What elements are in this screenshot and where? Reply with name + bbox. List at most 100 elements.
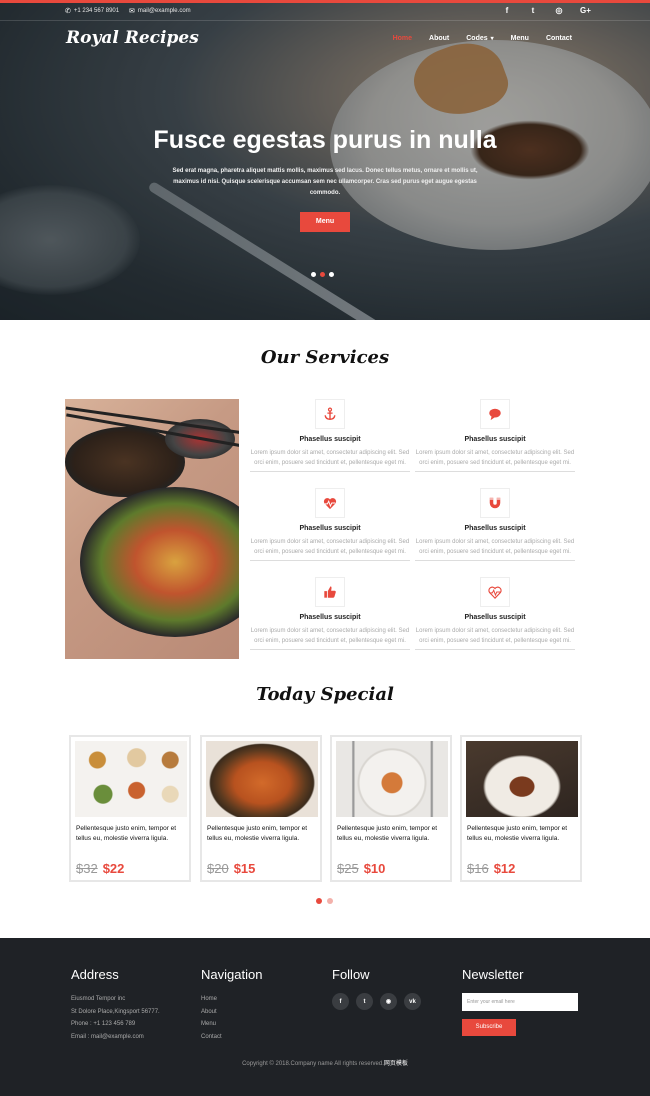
hero-carousel-dots bbox=[311, 272, 334, 277]
service-text: Lorem ipsum dolor sit amet, consectetur … bbox=[250, 537, 410, 561]
site-logo[interactable]: Royal Recipes bbox=[66, 28, 199, 48]
old-price: $32 bbox=[76, 861, 98, 876]
dish-price: $32 $22 bbox=[76, 861, 124, 876]
nav-menu[interactable]: Menu bbox=[511, 35, 529, 42]
special-card[interactable]: Pellentesque justo enim, tempor et tellu… bbox=[460, 735, 582, 882]
service-title: Phasellus suscipit bbox=[299, 436, 361, 443]
special-carousel-dots bbox=[316, 898, 333, 904]
dish-price: $16 $12 bbox=[467, 861, 515, 876]
special-card[interactable]: Pellentesque justo enim, tempor et tellu… bbox=[69, 735, 191, 882]
special-card[interactable]: Pellentesque justo enim, tempor et tellu… bbox=[200, 735, 322, 882]
nav-codes-label: Codes bbox=[466, 35, 488, 42]
new-price: $22 bbox=[102, 861, 125, 876]
dish-price: $20 $15 bbox=[207, 861, 255, 876]
service-item: Phasellus suscipit Lorem ipsum dolor sit… bbox=[415, 577, 575, 650]
dribbble-icon[interactable]: ◎ bbox=[554, 6, 564, 15]
anchor-icon bbox=[315, 399, 345, 429]
service-item: Phasellus suscipit Lorem ipsum dolor sit… bbox=[415, 399, 575, 472]
service-text: Lorem ipsum dolor sit amet, consectetur … bbox=[415, 448, 575, 472]
service-title: Phasellus suscipit bbox=[464, 525, 526, 532]
dish-image bbox=[336, 741, 448, 817]
top-social-links: f t ◎ G+ bbox=[502, 6, 591, 15]
facebook-icon[interactable]: f bbox=[332, 993, 349, 1010]
service-title: Phasellus suscipit bbox=[464, 436, 526, 443]
dish-price: $25 $10 bbox=[337, 861, 385, 876]
dish-description: Pellentesque justo enim, tempor et tellu… bbox=[207, 825, 308, 842]
heartbeat-icon bbox=[480, 577, 510, 607]
twitter-icon[interactable]: t bbox=[356, 993, 373, 1010]
email-address[interactable]: mail@example.com bbox=[138, 8, 191, 14]
address-line: Eiusmod Tempor inc bbox=[71, 996, 126, 1002]
service-text: Lorem ipsum dolor sit amet, consectetur … bbox=[415, 626, 575, 650]
google-plus-icon[interactable]: G+ bbox=[580, 6, 591, 15]
service-text: Lorem ipsum dolor sit amet, consectetur … bbox=[250, 626, 410, 650]
carousel-dot-active[interactable] bbox=[320, 272, 325, 277]
service-title: Phasellus suscipit bbox=[299, 614, 361, 621]
footer-link-about[interactable]: About bbox=[201, 1006, 262, 1019]
carousel-dot[interactable] bbox=[329, 272, 334, 277]
service-item: Phasellus suscipit Lorem ipsum dolor sit… bbox=[415, 488, 575, 561]
footer-follow: Follow f t ◉ vk bbox=[332, 967, 421, 1010]
hero-menu-button[interactable]: Menu bbox=[300, 212, 350, 232]
vegetable-bowl bbox=[80, 487, 239, 637]
footer-newsletter-title: Newsletter bbox=[462, 967, 524, 982]
special-title: Today Special bbox=[256, 684, 394, 705]
facebook-icon[interactable]: f bbox=[502, 6, 512, 15]
heartbeat-icon bbox=[315, 488, 345, 518]
nav-codes[interactable]: Codes ▾ bbox=[466, 35, 493, 42]
service-item: Phasellus suscipit Lorem ipsum dolor sit… bbox=[250, 488, 410, 561]
old-price: $25 bbox=[337, 861, 359, 876]
service-item: Phasellus suscipit Lorem ipsum dolor sit… bbox=[250, 577, 410, 650]
dish-image bbox=[466, 741, 578, 817]
subscribe-button[interactable]: Subscribe bbox=[462, 1019, 516, 1036]
footer-link-home[interactable]: Home bbox=[201, 993, 262, 1006]
special-card[interactable]: Pellentesque justo enim, tempor et tellu… bbox=[330, 735, 452, 882]
thumbs-up-icon bbox=[315, 577, 345, 607]
nav-about[interactable]: About bbox=[429, 35, 449, 42]
phone-icon: ✆ bbox=[65, 8, 71, 15]
newsletter-email-input[interactable]: Enter your email here bbox=[462, 993, 578, 1011]
services-food-image bbox=[65, 399, 239, 659]
footer-address: Address Eiusmod Tempor inc St Dolore Pla… bbox=[71, 967, 160, 1043]
footer-navigation: Navigation Home About Menu Contact bbox=[201, 967, 262, 1043]
services-title: Our Services bbox=[260, 347, 390, 368]
nav-contact[interactable]: Contact bbox=[546, 35, 572, 42]
dish-description: Pellentesque justo enim, tempor et tellu… bbox=[337, 825, 438, 842]
old-price: $20 bbox=[207, 861, 229, 876]
hero-title: Fusce egestas purus in nulla bbox=[153, 126, 497, 154]
vk-icon[interactable]: vk bbox=[404, 993, 421, 1010]
hero-text: Sed erat magna, pharetra aliquet mattis … bbox=[172, 168, 478, 196]
copyright-text: Copyright © 2018.Company name All rights… bbox=[242, 1061, 384, 1067]
service-title: Phasellus suscipit bbox=[464, 614, 526, 621]
old-price: $16 bbox=[467, 861, 489, 876]
email-contact[interactable]: ✉ mail@example.com bbox=[129, 7, 191, 15]
dish-description: Pellentesque justo enim, tempor et tellu… bbox=[467, 825, 568, 842]
copyright: Copyright © 2018.Company name All rights… bbox=[0, 1058, 650, 1067]
footer-link-menu[interactable]: Menu bbox=[201, 1018, 262, 1031]
carousel-dot[interactable] bbox=[311, 272, 316, 277]
address-line: Email : mail@example.com bbox=[71, 1033, 144, 1040]
carousel-dot[interactable] bbox=[327, 898, 333, 904]
dish-description: Pellentesque justo enim, tempor et tellu… bbox=[76, 825, 177, 842]
main-nav: Home About Codes ▾ Menu Contact bbox=[393, 35, 572, 42]
chat-icon bbox=[480, 399, 510, 429]
rss-icon[interactable]: ◉ bbox=[380, 993, 397, 1010]
nav-home[interactable]: Home bbox=[393, 35, 412, 42]
twitter-icon[interactable]: t bbox=[528, 6, 538, 15]
address-line: St Dolore Place,Kingsport 56777. bbox=[71, 1008, 160, 1015]
service-title: Phasellus suscipit bbox=[299, 525, 361, 532]
new-price: $10 bbox=[363, 861, 386, 876]
phone-contact: ✆ +1 234 567 8901 bbox=[65, 7, 119, 15]
service-item: Phasellus suscipit Lorem ipsum dolor sit… bbox=[250, 399, 410, 472]
copyright-link[interactable]: 网页模板 bbox=[384, 1061, 408, 1067]
footer-address-title: Address bbox=[71, 967, 119, 982]
footer-social-links: f t ◉ vk bbox=[332, 993, 421, 1010]
hero-banner: ✆ +1 234 567 8901 ✉ mail@example.com f t… bbox=[0, 0, 650, 320]
carousel-dot-active[interactable] bbox=[316, 898, 322, 904]
magnet-icon bbox=[480, 488, 510, 518]
dish-image bbox=[75, 741, 187, 817]
footer-newsletter: Newsletter Enter your email here Subscri… bbox=[462, 967, 578, 1036]
footer-link-contact[interactable]: Contact bbox=[201, 1031, 262, 1044]
footer-navigation-title: Navigation bbox=[201, 967, 263, 982]
footer: Address Eiusmod Tempor inc St Dolore Pla… bbox=[0, 938, 650, 1096]
